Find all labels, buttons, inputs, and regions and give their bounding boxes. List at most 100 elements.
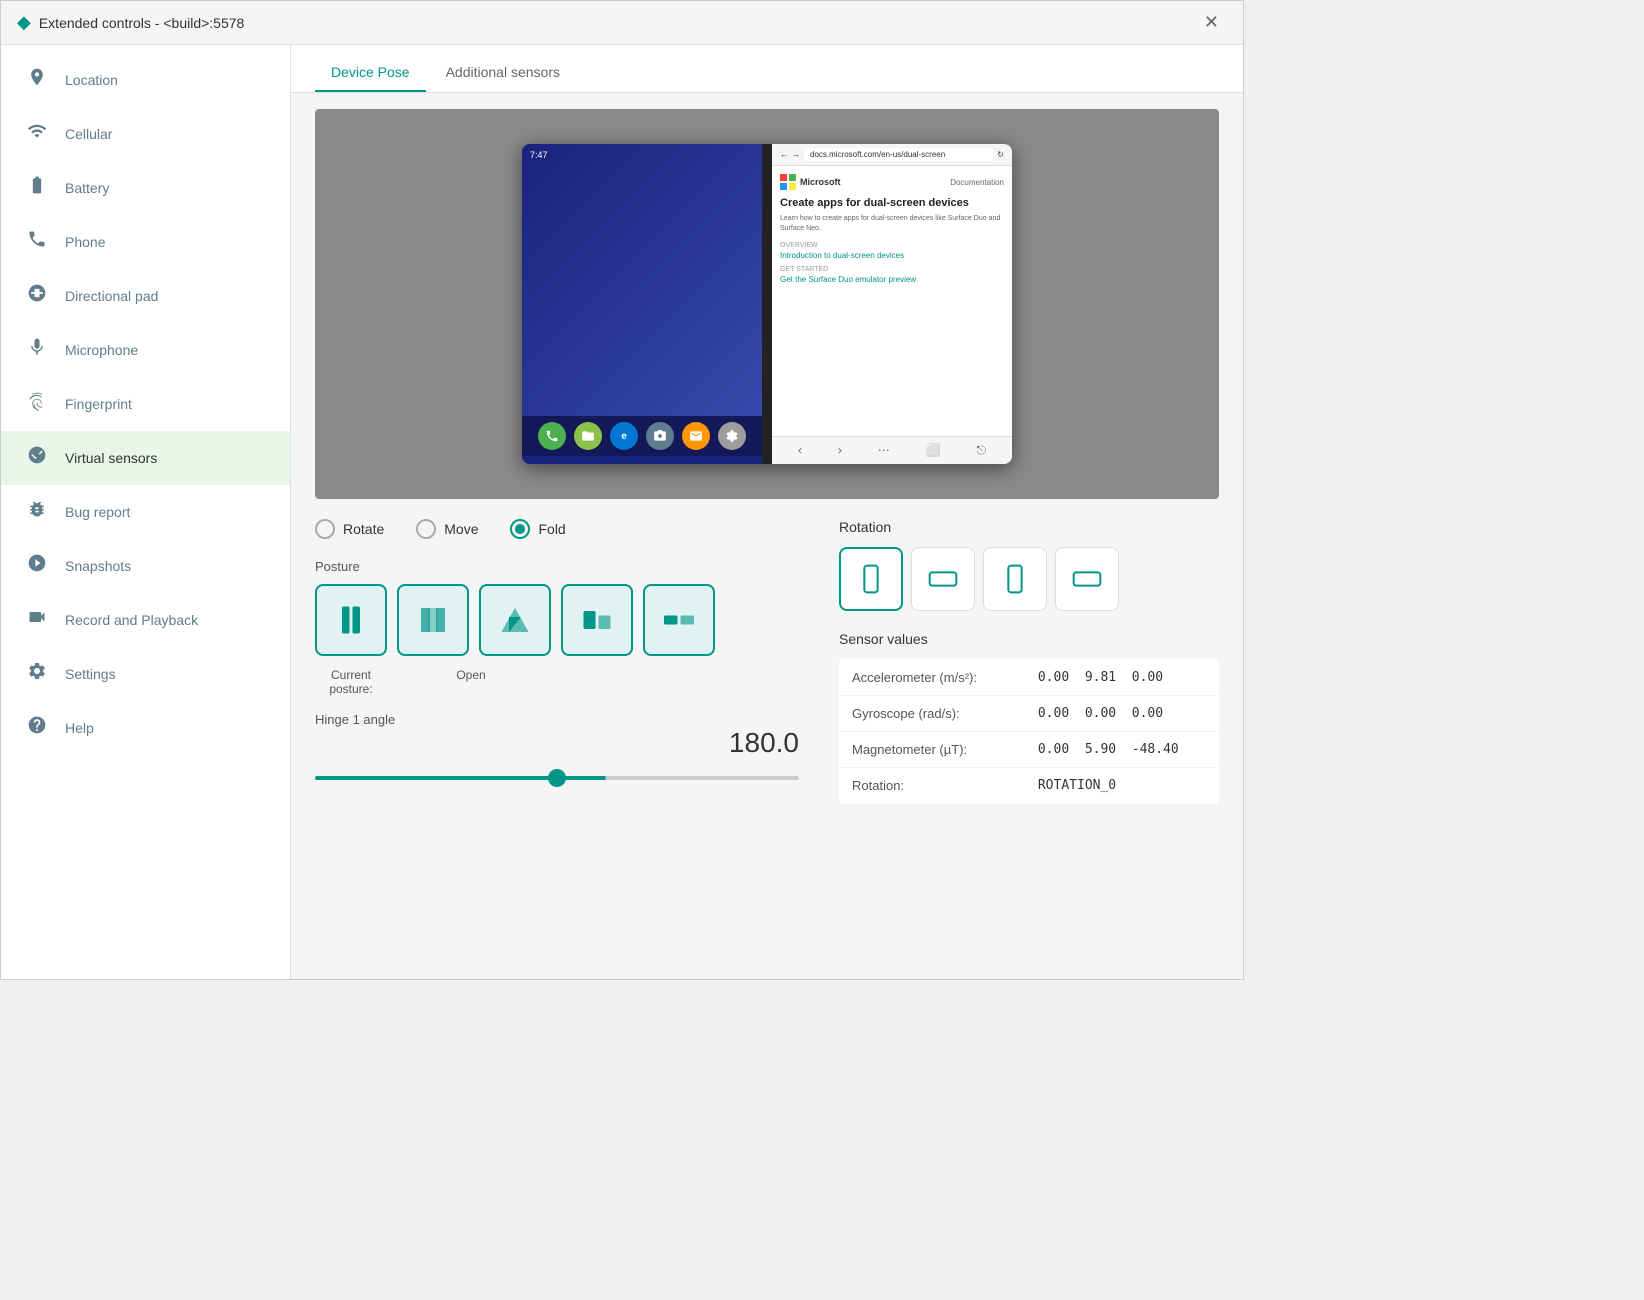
screen-left: 7:47 e	[522, 144, 762, 464]
ms-logo-text: Microsoft	[800, 177, 841, 187]
device-preview: 7:47 e	[315, 109, 1219, 499]
radio-circle-rotate	[315, 519, 335, 539]
sidebar-label-location: Location	[65, 72, 118, 88]
radio-move[interactable]: Move	[416, 519, 478, 539]
tab-additional-sensors[interactable]: Additional sensors	[430, 52, 576, 92]
sidebar-label-fingerprint: Fingerprint	[65, 396, 132, 412]
sidebar-label-phone: Phone	[65, 234, 105, 250]
sidebar-label-cellular: Cellular	[65, 126, 112, 142]
nav-back-icon[interactable]: ‹	[798, 443, 802, 458]
posture-btn-2[interactable]	[397, 584, 469, 660]
app-icon-files	[574, 422, 602, 450]
sidebar-label-microphone: Microphone	[65, 342, 138, 358]
radio-rotate[interactable]: Rotate	[315, 519, 384, 539]
browser-body: Learn how to create apps for dual-screen…	[780, 214, 1004, 234]
fingerprint-icon	[25, 391, 49, 417]
radio-fold[interactable]: Fold	[510, 519, 565, 539]
help-icon	[25, 715, 49, 741]
sensor-name-magnetometer: Magnetometer (µT):	[840, 732, 1026, 768]
section1-link: Introduction to dual-screen devices	[780, 251, 1004, 260]
sensor-name-gyroscope: Gyroscope (rad/s):	[840, 696, 1026, 732]
sidebar: Location Cellular Battery	[1, 45, 291, 979]
record-icon	[25, 607, 49, 633]
cellular-icon	[25, 121, 49, 147]
sidebar-item-phone[interactable]: Phone	[1, 215, 290, 269]
hinge-section: Hinge 1 angle 180.0	[315, 712, 799, 785]
posture-btn-1[interactable]	[315, 584, 387, 660]
link-section-2: GET STARTED Get the Surface Duo emulator…	[780, 266, 1004, 284]
app-icon-mail	[682, 422, 710, 450]
radio-label-fold: Fold	[538, 521, 565, 537]
sidebar-label-help: Help	[65, 720, 94, 736]
sensor-values-label: Sensor values	[839, 631, 1219, 647]
posture-icons	[315, 584, 799, 660]
sidebar-item-location[interactable]: Location	[1, 53, 290, 107]
posture-btn-4[interactable]	[561, 584, 633, 660]
left-controls: Rotate Move Fold Posture	[315, 519, 799, 804]
sidebar-item-snapshots[interactable]: Snapshots	[1, 539, 290, 593]
tab-bar: Device Pose Additional sensors	[291, 45, 1243, 93]
titlebar-left: ◆ Extended controls - <build>:5578	[17, 12, 244, 33]
ms-logo: Microsoft Documentation	[780, 174, 1004, 190]
settings-icon	[25, 661, 49, 687]
browser-bar: ← → docs.microsoft.com/en-us/dual-screen…	[772, 144, 1012, 166]
sidebar-item-record-playback[interactable]: Record and Playback	[1, 593, 290, 647]
section2-link: Get the Surface Duo emulator preview	[780, 275, 1004, 284]
tab-device-pose[interactable]: Device Pose	[315, 52, 426, 92]
nav-forward-icon[interactable]: ›	[838, 443, 842, 458]
rotation-btn-portrait[interactable]	[839, 547, 903, 611]
close-button[interactable]: ✕	[1196, 8, 1227, 37]
titlebar: ◆ Extended controls - <build>:5578 ✕	[1, 1, 1243, 45]
nav-share-icon[interactable]: ⎋	[977, 443, 987, 458]
radio-circle-fold	[510, 519, 530, 539]
sidebar-label-bug-report: Bug report	[65, 504, 130, 520]
sidebar-item-cellular[interactable]: Cellular	[1, 107, 290, 161]
sidebar-item-help[interactable]: Help	[1, 701, 290, 755]
screen-right: ← → docs.microsoft.com/en-us/dual-screen…	[772, 144, 1012, 464]
sensor-values-magnetometer: 0.00 5.90 -48.40	[1026, 732, 1219, 768]
posture-btn-3[interactable]	[479, 584, 551, 660]
sensor-row-rotation: Rotation: ROTATION_0	[840, 768, 1219, 804]
radio-label-move: Move	[444, 521, 478, 537]
dual-screen-device: 7:47 e	[522, 144, 1012, 464]
sidebar-item-settings[interactable]: Settings	[1, 647, 290, 701]
posture-btn-5[interactable]	[643, 584, 715, 660]
nav-tabs-icon[interactable]: ⬜	[926, 443, 941, 458]
sidebar-item-battery[interactable]: Battery	[1, 161, 290, 215]
app-icon-phone	[538, 422, 566, 450]
dpad-icon	[25, 283, 49, 309]
radio-label-rotate: Rotate	[343, 521, 384, 537]
browser-heading: Create apps for dual-screen devices	[780, 196, 1004, 210]
battery-icon	[25, 175, 49, 201]
sidebar-item-directional-pad[interactable]: Directional pad	[1, 269, 290, 323]
sidebar-item-virtual-sensors[interactable]: Virtual sensors	[1, 431, 290, 485]
nav-menu-icon[interactable]: ⋯	[878, 443, 890, 458]
virtual-sensors-icon	[25, 445, 49, 471]
ms-squares	[780, 174, 796, 190]
sidebar-label-record-playback: Record and Playback	[65, 612, 198, 628]
section1-label: OVERVIEW	[780, 242, 1004, 249]
rotation-btn-landscape-left[interactable]	[911, 547, 975, 611]
sidebar-label-battery: Battery	[65, 180, 109, 196]
controls-area: Rotate Move Fold Posture	[291, 499, 1243, 824]
right-controls: Rotation	[839, 519, 1219, 804]
hinge-slider[interactable]	[315, 776, 799, 780]
hinge-label: Hinge 1 angle	[315, 712, 799, 727]
app-icon-browser: e	[610, 422, 638, 450]
sidebar-item-microphone[interactable]: Microphone	[1, 323, 290, 377]
sidebar-item-fingerprint[interactable]: Fingerprint	[1, 377, 290, 431]
rotation-btn-portrait-reverse[interactable]	[983, 547, 1047, 611]
taskbar: e	[522, 416, 762, 456]
radio-circle-move	[416, 519, 436, 539]
browser-footer: ‹ › ⋯ ⬜ ⎋	[772, 436, 1012, 464]
sidebar-item-bug-report[interactable]: Bug report	[1, 485, 290, 539]
mode-radio-group: Rotate Move Fold	[315, 519, 799, 539]
snapshots-icon	[25, 553, 49, 579]
app-icon-camera	[646, 422, 674, 450]
sensor-row-gyroscope: Gyroscope (rad/s): 0.00 0.00 0.00	[840, 696, 1219, 732]
rotation-label: Rotation	[839, 519, 1219, 535]
window: ◆ Extended controls - <build>:5578 ✕ Loc…	[0, 0, 1244, 980]
ms-square-yellow	[789, 183, 796, 190]
sensor-row-magnetometer: Magnetometer (µT): 0.00 5.90 -48.40	[840, 732, 1219, 768]
rotation-btn-landscape-right[interactable]	[1055, 547, 1119, 611]
